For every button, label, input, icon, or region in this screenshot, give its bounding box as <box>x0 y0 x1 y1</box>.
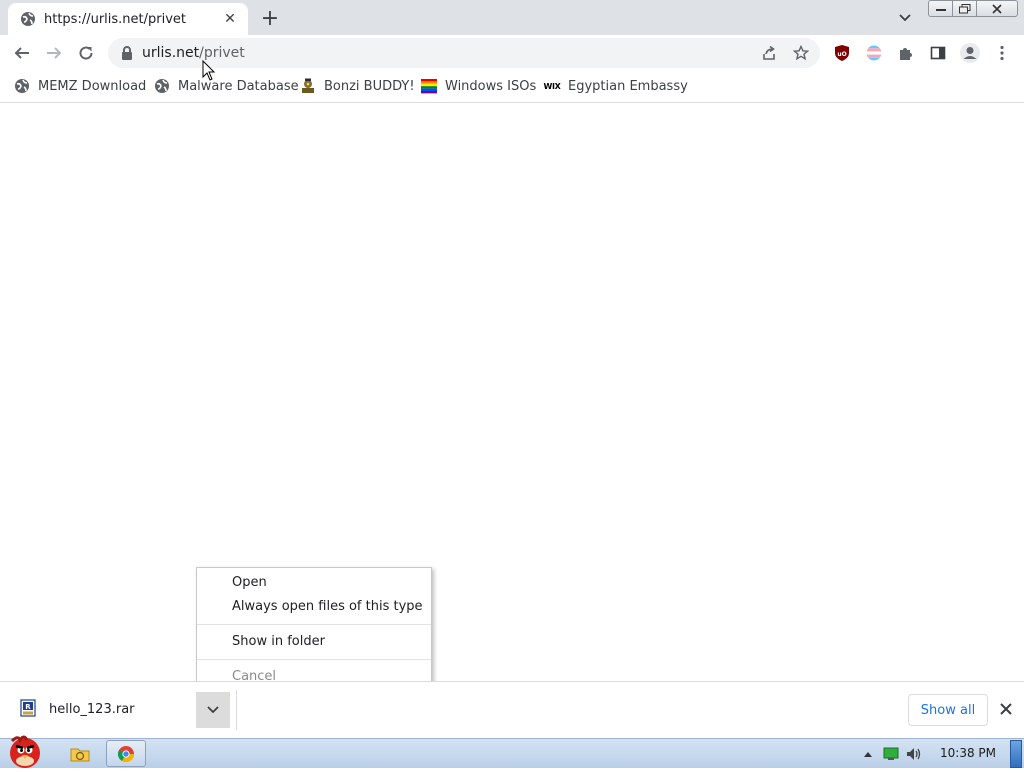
file-explorer-icon[interactable] <box>60 740 100 767</box>
profile-avatar-icon[interactable] <box>954 37 986 69</box>
close-shelf-icon[interactable] <box>996 699 1016 719</box>
volume-icon[interactable] <box>906 746 922 762</box>
menu-separator <box>197 659 431 660</box>
share-icon[interactable] <box>759 43 779 63</box>
star-icon[interactable] <box>791 43 811 63</box>
menu-item-open[interactable]: Open <box>197 572 431 594</box>
restore-button[interactable] <box>952 0 977 17</box>
download-shelf: R hello_123.rar Show all <box>0 681 1024 738</box>
show-hidden-icons-icon[interactable] <box>860 746 876 762</box>
download-filename[interactable]: hello_123.rar <box>49 702 135 717</box>
forward-icon[interactable] <box>38 37 70 69</box>
chrome-taskbar-icon[interactable] <box>106 740 146 767</box>
bookmark-bonzi-buddy[interactable]: Bonzi BUDDY! <box>300 76 415 96</box>
bookmark-label: Bonzi BUDDY! <box>324 78 415 94</box>
url-text[interactable]: urlis.net/privet <box>142 45 245 61</box>
menu-item-show-in-folder[interactable]: Show in folder <box>197 631 431 653</box>
menu-item-always-open[interactable]: Always open files of this type <box>197 596 431 618</box>
bonzi-icon <box>300 78 316 94</box>
browser-tab[interactable]: https://urlis.net/privet ✕ <box>8 3 248 35</box>
globe-icon <box>14 78 30 94</box>
wix-logo-text: WIX <box>543 81 561 91</box>
rainbow-flag-icon <box>421 78 437 94</box>
lock-icon[interactable] <box>120 46 134 60</box>
mouse-cursor-icon <box>202 59 216 86</box>
show-desktop-button[interactable] <box>1010 740 1022 768</box>
toolbar: urlis.net/privet uO <box>0 35 1024 71</box>
menu-kebab-icon[interactable] <box>986 37 1018 69</box>
extensions-puzzle-icon[interactable] <box>890 37 922 69</box>
wix-icon: WIX <box>543 78 561 94</box>
close-tab-icon[interactable]: ✕ <box>220 9 240 29</box>
globe-icon <box>20 11 36 27</box>
page-content[interactable] <box>0 103 1024 681</box>
minimize-button[interactable] <box>928 0 953 17</box>
svg-text:R: R <box>25 703 31 711</box>
extension-flag-icon[interactable] <box>858 37 890 69</box>
bookmark-malware-database[interactable]: Malware Database <box>154 76 299 96</box>
start-button[interactable] <box>0 731 50 769</box>
ublock-icon[interactable]: uO <box>826 37 858 69</box>
bookmark-label: MEMZ Download <box>38 78 147 94</box>
download-options-button[interactable] <box>196 692 230 728</box>
bookmark-label: Windows ISOs <box>445 78 537 94</box>
back-icon[interactable] <box>6 37 38 69</box>
bookmark-label: Malware Database <box>178 78 299 94</box>
taskbar-clock[interactable]: 10:38 PM <box>940 746 996 760</box>
show-all-button[interactable]: Show all <box>908 694 988 726</box>
bookmark-label: Egyptian Embassy <box>568 78 688 94</box>
svg-text:uO: uO <box>837 51 846 58</box>
tab-strip: https://urlis.net/privet ✕ + <box>0 0 1024 35</box>
rar-file-icon: R <box>20 699 36 717</box>
bookmark-windows-isos[interactable]: Windows ISOs <box>421 76 536 96</box>
bookmarks-bar: MEMZ Download Malware Database Bonzi BUD… <box>0 71 1024 103</box>
close-window-button[interactable] <box>976 0 1018 17</box>
taskbar: 10:38 PM <box>0 735 1024 768</box>
globe-icon <box>154 78 170 94</box>
download-context-menu: Open Always open files of this type Show… <box>196 567 432 691</box>
menu-separator <box>197 624 431 625</box>
network-icon[interactable] <box>883 746 899 762</box>
side-panel-icon[interactable] <box>922 37 954 69</box>
bookmark-memz-download[interactable]: MEMZ Download <box>14 76 146 96</box>
shelf-divider <box>236 690 237 730</box>
new-tab-button[interactable]: + <box>258 6 282 31</box>
bookmark-egyptian-embassy[interactable]: WIX Egyptian Embassy <box>543 76 688 96</box>
reload-icon[interactable] <box>70 37 102 69</box>
tab-search-icon[interactable] <box>894 7 916 29</box>
tab-title: https://urlis.net/privet <box>44 11 187 27</box>
